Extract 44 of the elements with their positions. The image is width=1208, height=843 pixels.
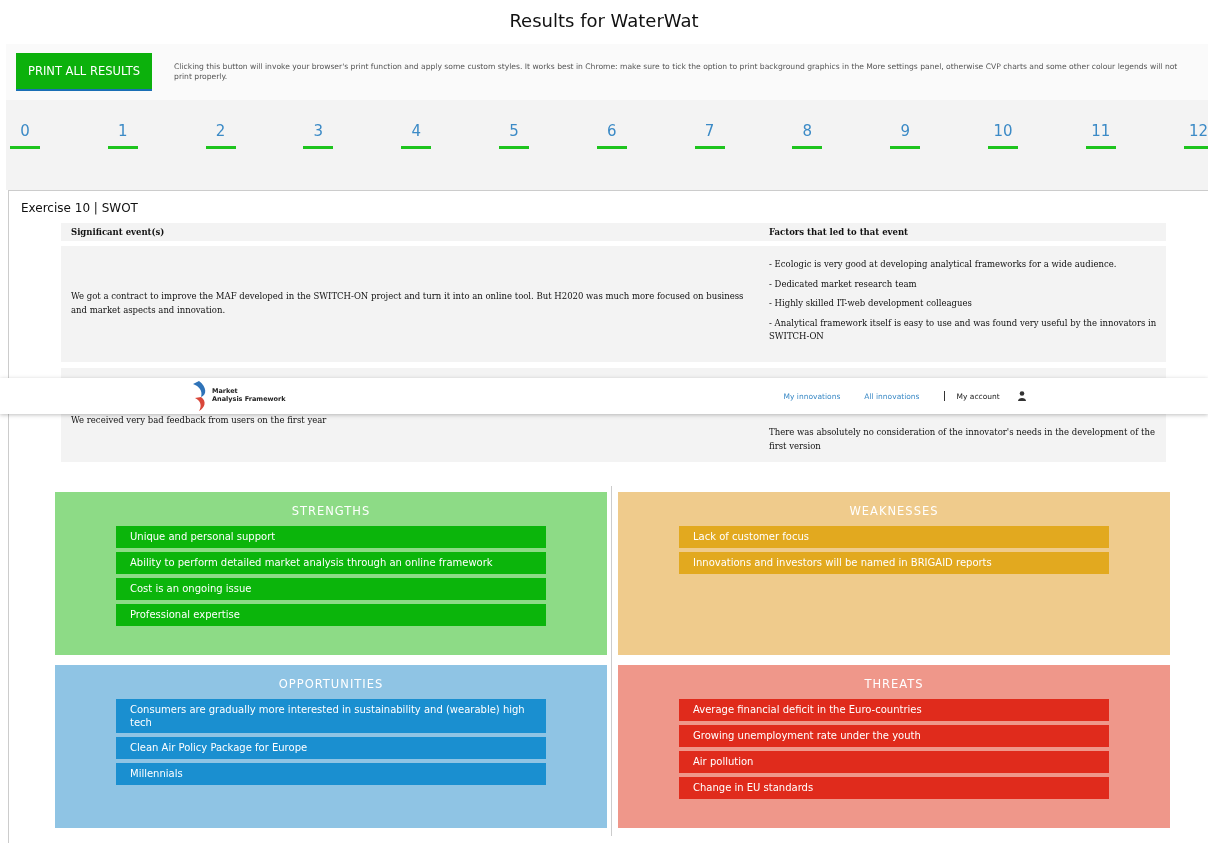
factor-text: There was absolutely no consideration of the innovator's needs in the development of the first version (769, 426, 1156, 453)
page-title: Results for WaterWat (508, 9, 700, 33)
factor-text: - Ecologic is very good at developing analytical frameworks for a wide audience. (769, 258, 1118, 271)
user-icon[interactable] (1017, 391, 1026, 401)
print-button[interactable]: PRINT ALL RESULTS (16, 53, 153, 91)
swot-item: Growing unemployment rate under the youth (679, 725, 1109, 747)
swot-item: Ability to perform detailed market analysis through an online framework (116, 552, 546, 574)
exercise-title: Exercise 10 | SWOT (21, 201, 139, 215)
event-text: We received very bad feedback from users on the first year (71, 415, 327, 425)
factor-text: - Dedicated market research team (769, 277, 918, 291)
logo-icon (193, 381, 207, 411)
swot-item: Consumers are gradually more interested in sustainability and (wearable) high tech (116, 699, 546, 733)
exercise-tab[interactable]: 11 (1085, 122, 1116, 149)
swot-item: Millennials (116, 763, 546, 785)
swot-item: Lack of customer focus (679, 526, 1109, 548)
exercise-tab[interactable]: 5 (499, 122, 529, 149)
exercise-tab[interactable]: 4 (401, 122, 432, 149)
exercise-tab[interactable]: 7 (694, 122, 725, 149)
factor-text: - Analytical framework itself is easy to use and was found very useful by the innovators in SWITCH-ON (769, 316, 1158, 344)
exercise-tab[interactable]: 0 (10, 122, 40, 149)
swot-item: Unique and personal support (116, 526, 546, 548)
exercise-tab[interactable]: 1 (107, 122, 138, 149)
exercise-tab[interactable]: 12 (1183, 122, 1208, 149)
exercise-tab[interactable]: 6 (596, 122, 627, 149)
swot-title: THREATS (863, 677, 925, 691)
exercise-tab[interactable]: 3 (303, 122, 334, 149)
swot-title: STRENGTHS (290, 504, 372, 518)
swot-title: WEAKNESSES (848, 504, 940, 518)
swot-item: Change in EU standards (679, 777, 1109, 799)
swot-item: Innovations and investors will be named in BRIGAID reports (679, 552, 1109, 574)
exercise-tab[interactable]: 10 (987, 122, 1018, 149)
swot-title: OPPORTUNITIES (277, 677, 385, 691)
swot-item: Professional expertise (116, 604, 546, 626)
factor-text: - Highly skilled IT-web development colleagues (769, 297, 973, 311)
swot-item: Average financial deficit in the Euro-countries (679, 699, 1109, 721)
column-header: Factors that led to that event (768, 227, 910, 237)
exercise-tab[interactable]: 2 (205, 122, 236, 149)
exercise-tab[interactable]: 8 (792, 122, 823, 149)
swot-item: Cost is an ongoing issue (116, 578, 546, 600)
exercise-tab[interactable]: 9 (890, 122, 921, 149)
swot-item: Clean Air Policy Package for Europe (116, 737, 546, 759)
swot-item: Air pollution (679, 751, 1109, 773)
column-header: Significant event(s) (70, 227, 166, 237)
event-text: We got a contract to improve the MAF developed in the SWITCH-ON project and turn it into an online tool. But H2020 was much more focused on business and market aspects and innovation. (71, 291, 744, 315)
